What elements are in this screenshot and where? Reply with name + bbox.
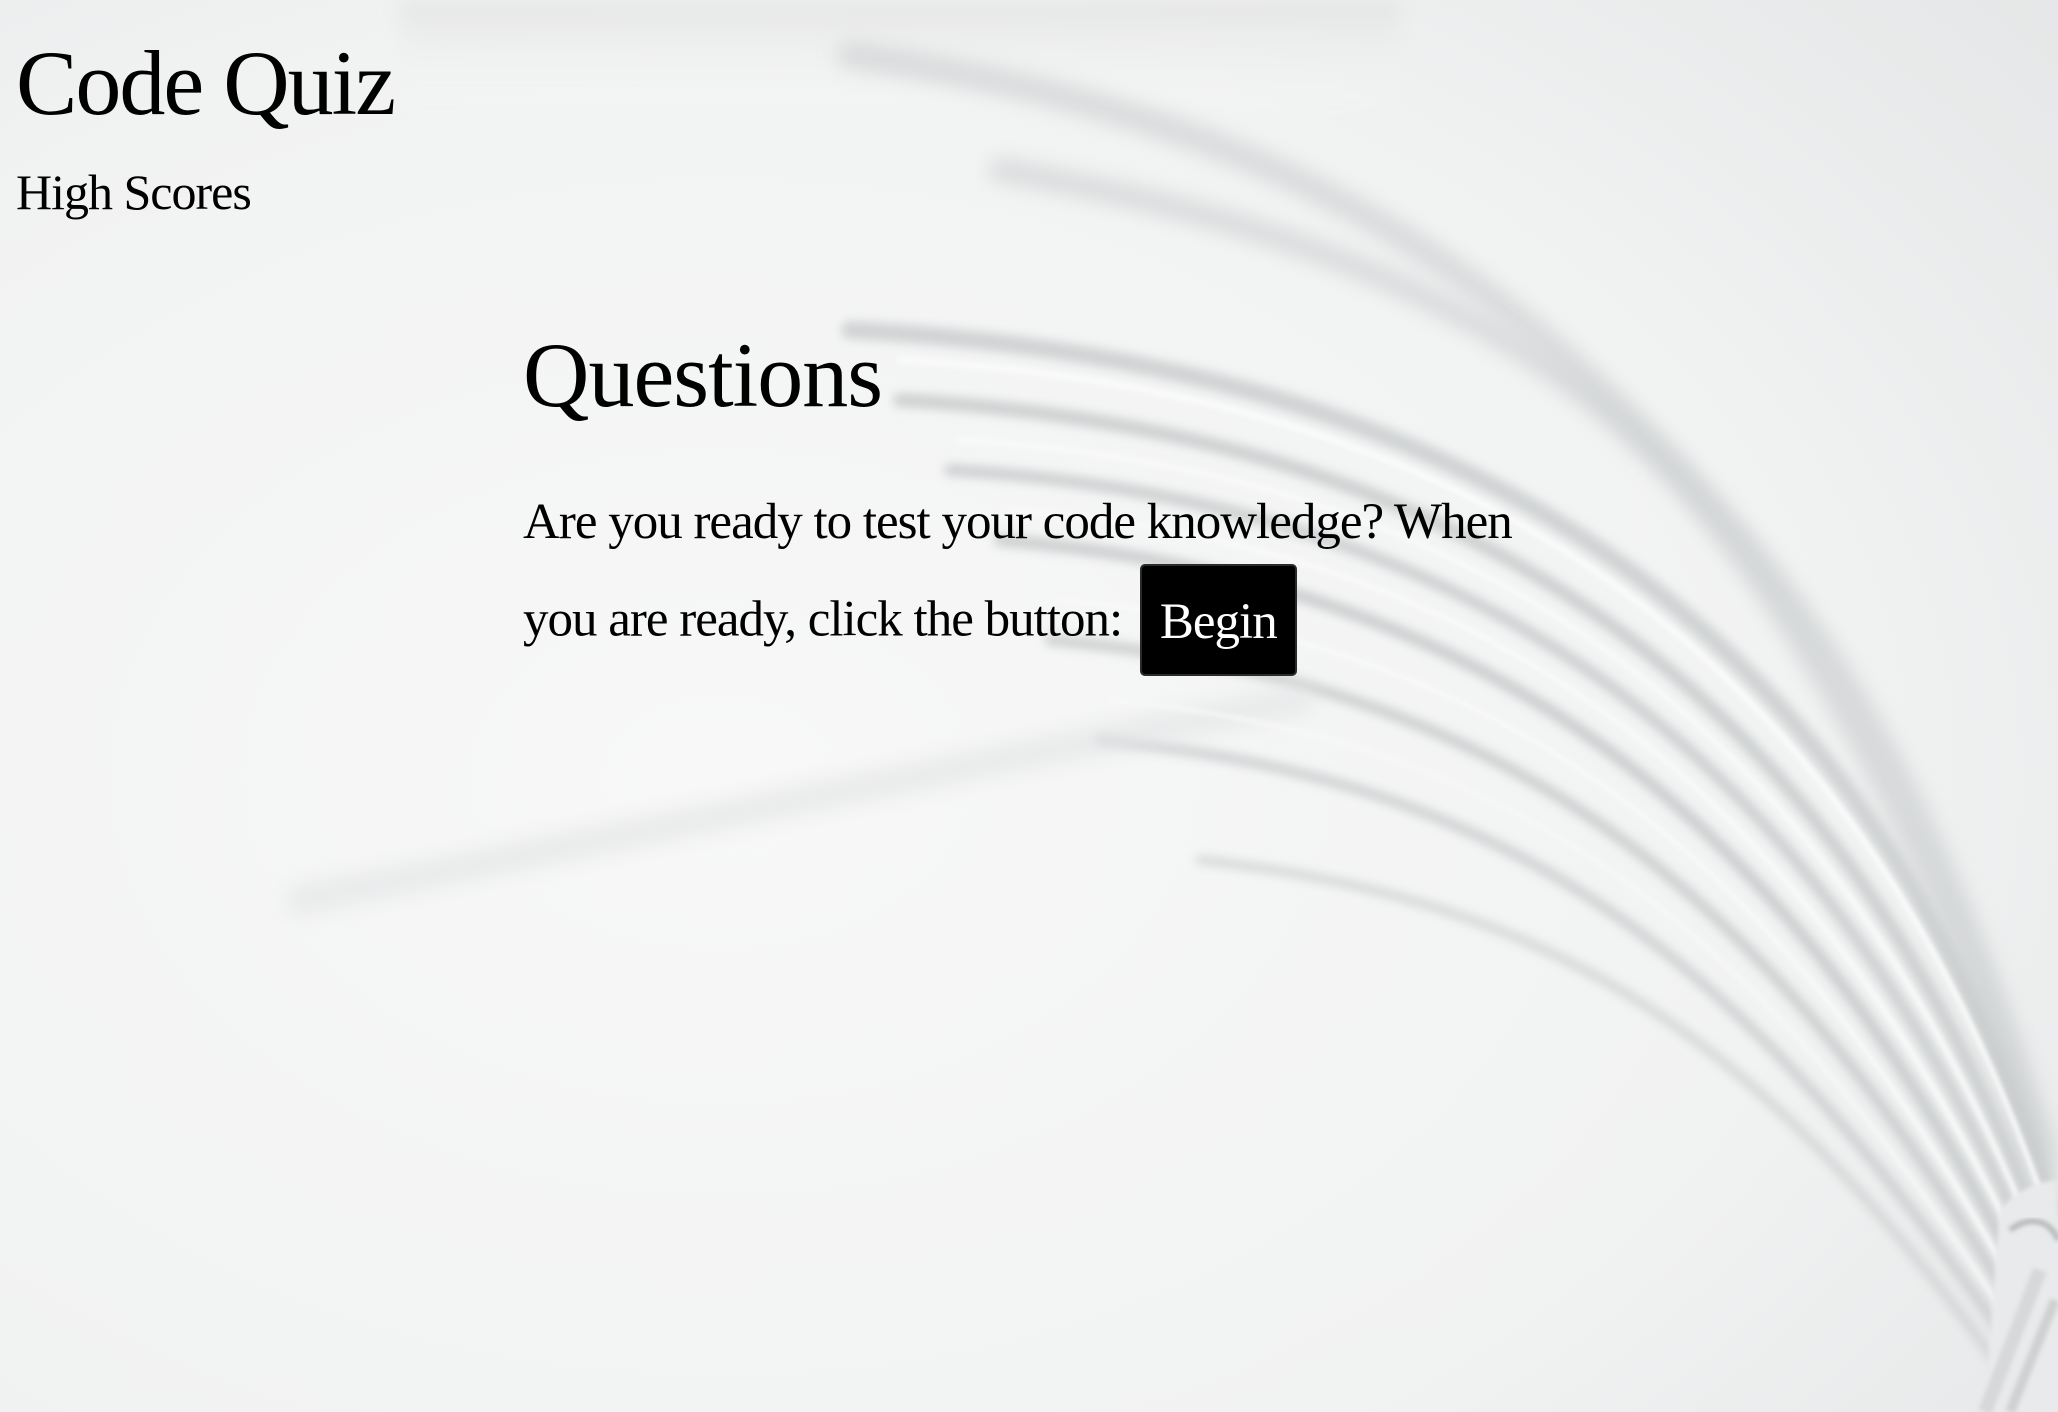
intro-text: Are you ready to test your code knowledg… [523, 494, 1513, 648]
questions-heading: Questions [523, 324, 883, 426]
intro-paragraph: Are you ready to test your code knowledg… [523, 476, 1523, 680]
quiz-intro-section: Questions Are you ready to test your cod… [523, 318, 1523, 680]
background-book-pages-image [0, 0, 2058, 1412]
page-title: Code Quiz [16, 32, 396, 134]
begin-button[interactable]: Begin [1139, 564, 1297, 676]
high-scores-link[interactable]: High Scores [16, 162, 252, 222]
